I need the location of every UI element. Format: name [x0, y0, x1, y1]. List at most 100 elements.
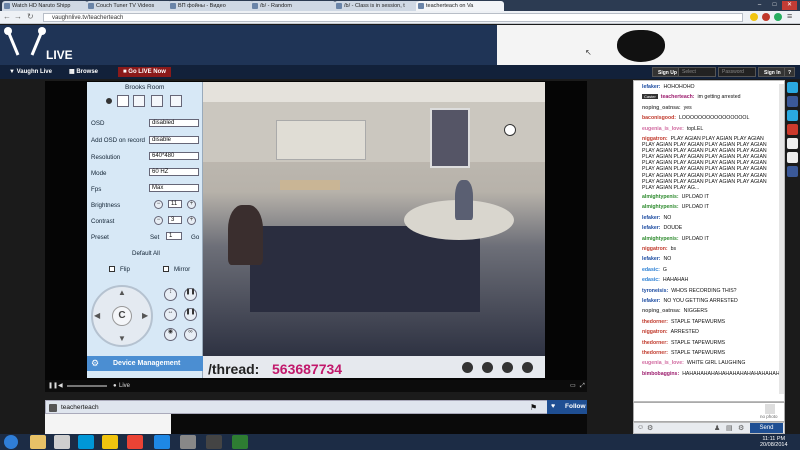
system-clock[interactable]: 11:11 PM 20/08/2014: [760, 436, 788, 448]
chat-username[interactable]: thedorner:: [642, 350, 668, 356]
chat-username[interactable]: niggatron:: [642, 329, 668, 335]
mirror-checkbox[interactable]: [163, 266, 169, 272]
chat-username[interactable]: almightypenis:: [642, 236, 679, 242]
browser-tab-active[interactable]: teacherteach on Va: [416, 1, 504, 11]
eye-icon[interactable]: ◉: [164, 328, 177, 341]
pan-down-icon[interactable]: ▼: [118, 334, 126, 343]
pip-icon[interactable]: ▭: [570, 380, 576, 392]
chat-username[interactable]: noping_oatnsa:: [642, 105, 681, 111]
steam-icon[interactable]: [206, 435, 222, 449]
flag-icon[interactable]: ⚑: [530, 403, 537, 412]
chat-username[interactable]: eugenia_is_love:: [642, 360, 684, 366]
chat-username[interactable]: bimbobaggins:: [642, 371, 679, 377]
extension-icon[interactable]: [762, 13, 770, 21]
default-all-button[interactable]: Default All: [132, 250, 160, 257]
chat-username[interactable]: thedorner:: [642, 340, 668, 346]
contrast-decrease-button[interactable]: −: [154, 216, 163, 225]
audio-icon[interactable]: [522, 362, 533, 373]
preset-select[interactable]: 1: [166, 232, 182, 240]
chat-input[interactable]: [633, 402, 785, 422]
back-icon[interactable]: ←: [3, 12, 11, 21]
contrast-value[interactable]: 3: [168, 216, 182, 224]
chat-username[interactable]: thedorner:: [642, 319, 668, 325]
center-button[interactable]: C: [112, 306, 132, 326]
channel-avatar[interactable]: [49, 404, 57, 412]
settings-icon[interactable]: ?: [784, 67, 796, 77]
reload-icon[interactable]: ↻: [27, 12, 34, 21]
share-icon[interactable]: [787, 138, 798, 149]
layout-quad-icon[interactable]: [133, 95, 145, 107]
layout-radio[interactable]: [106, 98, 112, 104]
ie-icon[interactable]: [154, 435, 170, 449]
pan-right-icon[interactable]: ▶: [142, 311, 148, 320]
fullscreen-icon[interactable]: ⤢: [580, 380, 585, 392]
password-input[interactable]: Password: [718, 67, 756, 77]
channel-name[interactable]: teacherteach: [61, 404, 99, 411]
chat-username[interactable]: almightypenis:: [642, 204, 679, 210]
extension-icon[interactable]: [774, 13, 782, 21]
chat-username[interactable]: lefaker:: [642, 256, 660, 262]
osd-select[interactable]: disabled: [149, 119, 199, 127]
settings-icon[interactable]: ⚙: [647, 424, 653, 432]
chat-username[interactable]: edasic:: [642, 267, 660, 273]
facebook-icon[interactable]: [787, 96, 798, 107]
chat-username[interactable]: lefaker:: [642, 298, 660, 304]
media-player-icon[interactable]: [54, 435, 70, 449]
nav-go-live[interactable]: ■ Go LIVE Now: [118, 67, 171, 77]
browser-tab[interactable]: /b/ - Random: [250, 1, 336, 11]
contrast-increase-button[interactable]: +: [187, 216, 196, 225]
menu-icon[interactable]: ≡: [787, 11, 792, 21]
popout-icon[interactable]: ▤: [726, 424, 733, 432]
chat-username[interactable]: noping_oatnsa:: [642, 308, 681, 314]
app-icon[interactable]: [180, 435, 196, 449]
osd-record-select[interactable]: disable: [149, 136, 199, 144]
twitter-icon[interactable]: [787, 82, 798, 93]
layout-grid-large-icon[interactable]: [170, 95, 182, 107]
users-icon[interactable]: ♟: [714, 424, 720, 432]
chrome-icon[interactable]: [127, 435, 143, 449]
flip-checkbox[interactable]: [109, 266, 115, 272]
browser-tab[interactable]: /b/ - Class is in session, t: [334, 1, 420, 11]
play-icon[interactable]: [462, 362, 473, 373]
nvidia-icon[interactable]: [232, 435, 248, 449]
skype-icon[interactable]: [78, 435, 94, 449]
pause-icon[interactable]: ❚❚: [48, 380, 58, 392]
explorer-icon[interactable]: [30, 435, 46, 449]
layout-grid-icon[interactable]: [151, 95, 163, 107]
chat-username[interactable]: teacherteach:: [661, 94, 695, 100]
resolution-select[interactable]: 640*480: [149, 152, 199, 160]
link-icon[interactable]: ∞: [184, 328, 197, 341]
pan-left-icon[interactable]: ◀: [94, 311, 100, 320]
chat-username[interactable]: edasic:: [642, 277, 660, 283]
volume-icon[interactable]: ◀: [58, 380, 63, 392]
chat-username[interactable]: eugenia_is_love:: [642, 126, 684, 132]
share-icon[interactable]: [787, 152, 798, 163]
browser-tab[interactable]: ВП фойны - Видео: [168, 1, 254, 11]
url-input[interactable]: vaughnlive.tv/teacherteach: [43, 13, 743, 22]
chat-scrollbar[interactable]: [779, 84, 784, 394]
tumblr-icon[interactable]: [787, 110, 798, 121]
nav-browse[interactable]: ▦ Browse: [64, 67, 103, 77]
chat-username[interactable]: almightypenis:: [642, 194, 679, 200]
signin-button[interactable]: Sign In: [758, 67, 787, 77]
folder-icon[interactable]: [102, 435, 118, 449]
zoom-in-icon[interactable]: ↕: [164, 288, 177, 301]
star-icon[interactable]: [750, 13, 758, 21]
zoom-out-icon[interactable]: ↔: [164, 308, 177, 321]
snapshot-icon[interactable]: [502, 362, 513, 373]
volume-slider[interactable]: [67, 385, 107, 387]
brightness-decrease-button[interactable]: −: [154, 200, 163, 209]
pan-up-icon[interactable]: ▲: [118, 288, 126, 297]
chat-username[interactable]: niggatron:: [642, 136, 668, 142]
chat-username[interactable]: niggatron:: [642, 246, 668, 252]
layout-single-icon[interactable]: [117, 95, 129, 107]
chat-username[interactable]: lefaker:: [642, 225, 660, 231]
googleplus-icon[interactable]: [787, 124, 798, 135]
mode-select[interactable]: 60 HZ: [149, 168, 199, 176]
browser-tab[interactable]: Watch HD Naruto Shipp: [2, 1, 88, 11]
gear-icon[interactable]: ⚙: [738, 424, 744, 432]
chat-username[interactable]: lefaker:: [642, 84, 660, 90]
maximize-icon[interactable]: □: [767, 1, 782, 10]
fps-select[interactable]: Max: [149, 184, 199, 192]
minimize-icon[interactable]: –: [752, 1, 767, 10]
